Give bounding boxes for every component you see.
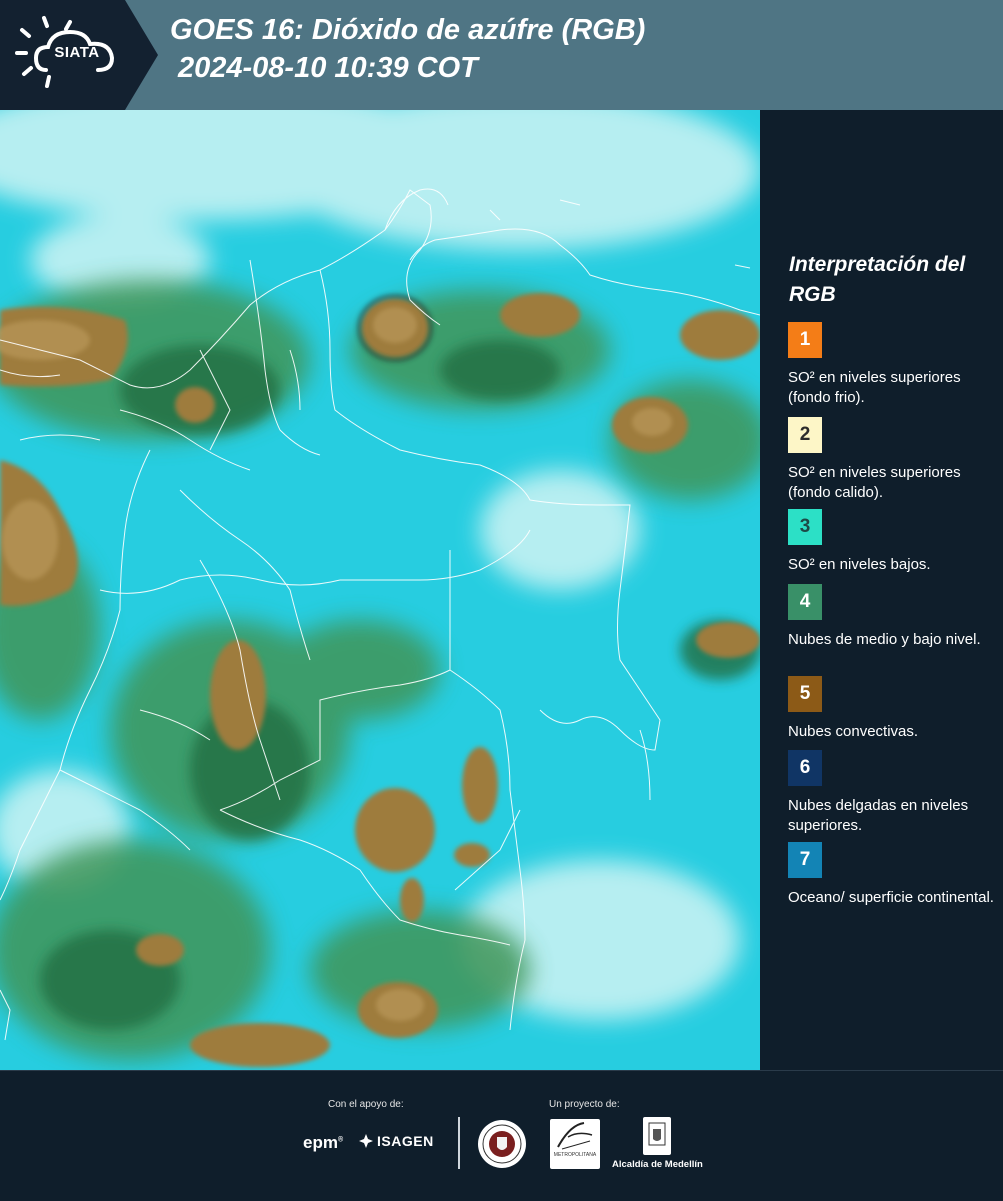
legend-description-1: SO² en niveles superiores (fondo frio). [788, 369, 961, 406]
legend-swatch-4: 4 [788, 584, 822, 620]
legend-item-3: 3 SO² en niveles bajos. [788, 509, 998, 575]
isagen-logo: ISAGEN [358, 1133, 434, 1149]
legend-swatch-2: 2 [788, 417, 822, 453]
legend-item-2: 2 SO² en niveles superiores (fondo calid… [788, 417, 998, 503]
legend-title: Interpretación del RGB [789, 253, 966, 306]
legend-swatch-1: 1 [788, 322, 822, 358]
legend-description-4: Nubes de medio y bajo nivel. [788, 631, 981, 648]
map-title: GOES 16: Dióxido de azúfre (RGB) [170, 14, 646, 46]
legend-item-4: 4 Nubes de medio y bajo nivel. [788, 584, 998, 650]
legend-swatch-7: 7 [788, 842, 822, 878]
legend-number-2: 2 [799, 424, 811, 445]
legend-number-5: 5 [799, 683, 811, 704]
university-seal-icon [478, 1120, 526, 1168]
support-label: Con el apoyo de: [328, 1099, 404, 1110]
area-metropolitana-logo: METROPOLITANA [550, 1119, 600, 1169]
legend-swatch-3: 3 [788, 509, 822, 545]
legend-number-4: 4 [799, 591, 811, 612]
legend-description-5: Nubes convectivas. [788, 723, 919, 740]
legend-description-6: Nubes delgadas en niveles superiores. [788, 797, 969, 834]
legend-item-6: 6 Nubes delgadas en niveles superiores. [788, 750, 998, 836]
header-bar: SIATA GOES 16: Dióxido de azúfre (RGB) 2… [0, 0, 1003, 110]
satellite-rgb-map[interactable] [0, 110, 760, 1070]
legend-item-5: 5 Nubes convectivas. [788, 676, 998, 742]
satellite-image [0, 110, 760, 1070]
legend-description-2: SO² en niveles superiores (fondo calido)… [788, 464, 961, 501]
legend-swatch-6: 6 [788, 750, 822, 786]
logo-panel: SIATA [0, 0, 158, 110]
legend-number-7: 7 [799, 849, 811, 870]
legend-swatch-5: 5 [788, 676, 822, 712]
legend-number-6: 6 [799, 757, 811, 778]
epm-logo: epm® [303, 1133, 344, 1152]
siata-logo-text: SIATA [54, 44, 100, 61]
epm-logo-text: epm [303, 1133, 338, 1152]
legend-item-1: 1 SO² en niveles superiores (fondo frio)… [788, 322, 998, 408]
area-metropolitana-icon [557, 1122, 593, 1150]
legend-description-3: SO² en niveles bajos. [788, 556, 931, 573]
isagen-logo-text: ISAGEN [377, 1133, 434, 1149]
isagen-star-icon [359, 1134, 373, 1148]
area-logo-label: METROPOLITANA [553, 1152, 597, 1158]
project-label: Un proyecto de: [549, 1099, 620, 1110]
legend-number-1: 1 [799, 329, 811, 350]
alcaldia-shield-icon [643, 1117, 671, 1155]
legend-item-7: 7 Oceano/ superficie continental. [788, 842, 998, 908]
legend-panel: Interpretación del RGB 1 SO² en niveles … [760, 110, 1003, 1070]
alcaldia-logo-text: Alcaldía de Medellín [612, 1159, 703, 1170]
footer-divider [458, 1117, 460, 1169]
legend-description-7: Oceano/ superficie continental. [788, 889, 994, 906]
alcaldia-shield-graphic [648, 1122, 666, 1146]
legend-number-3: 3 [799, 516, 811, 537]
map-datetime: 2024-08-10 10:39 COT [178, 52, 478, 84]
footer: Con el apoyo de: Un proyecto de: epm® IS… [0, 1070, 1003, 1201]
